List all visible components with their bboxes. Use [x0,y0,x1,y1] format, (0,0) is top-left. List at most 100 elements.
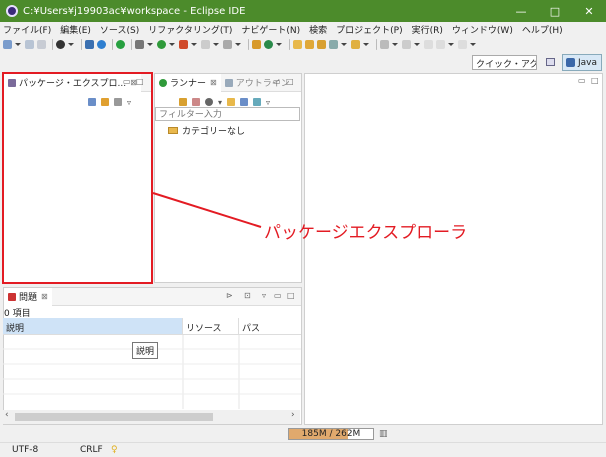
menu-source[interactable]: ソース(S) [100,23,139,36]
new-class-icon[interactable] [264,39,273,49]
external-tools-icon[interactable] [179,39,188,49]
collapse-all-icon[interactable] [240,98,249,106]
chevron-down-icon[interactable] [68,42,74,46]
stop-icon[interactable] [201,39,210,49]
pen-icon[interactable] [329,39,338,49]
menu-refactor[interactable]: リファクタリング(T) [148,23,232,36]
java-perspective-button[interactable]: Java [562,54,602,71]
bug-icon[interactable] [135,39,144,49]
menu-navigate[interactable]: ナビゲート(N) [241,23,300,36]
chevron-down-icon[interactable] [147,42,153,46]
menu-window[interactable]: ウィンドウ(W) [452,23,513,36]
new-package-icon[interactable] [252,39,261,49]
chevron-down-icon[interactable] [392,42,398,46]
filter-input[interactable] [155,107,300,121]
scroll-left-icon[interactable]: ‹ [5,410,9,420]
scrollbar-thumb[interactable] [15,413,213,421]
column-description[interactable]: 説明 [3,318,183,334]
close-icon[interactable]: ⊠ [41,292,48,301]
settings-icon[interactable] [97,39,106,49]
view-menu-icon[interactable]: ▿ [127,98,131,107]
quick-access-input[interactable]: クイック・アクセス [472,55,537,70]
minimize-view-icon[interactable]: ▭ [274,291,282,300]
view-menu-icon[interactable]: ▿ [262,291,266,300]
minimize-button[interactable]: — [504,0,538,22]
run-icon[interactable] [157,39,166,49]
maximize-view-icon[interactable]: □ [591,76,599,85]
status-bar: UTF-8 CRLF ♀ [0,442,606,457]
terminal-icon[interactable] [85,39,94,49]
column-path[interactable]: パス [239,318,301,334]
open-type-icon[interactable] [305,39,314,49]
menu-edit[interactable]: 編集(E) [60,23,91,36]
chevron-down-icon[interactable] [341,42,347,46]
category-tree-item[interactable]: カテゴリーなし [168,124,245,137]
line-ending-status: CRLF [80,445,103,455]
forward-icon[interactable] [458,39,467,49]
chevron-down-icon[interactable] [448,42,454,46]
menu-search[interactable]: 検索 [309,23,327,36]
chevron-down-icon[interactable] [191,42,197,46]
view-menu-icon[interactable]: ▿ [266,98,270,107]
maximize-view-icon[interactable]: □ [136,77,144,86]
chevron-down-icon[interactable] [15,42,21,46]
horizontal-scrollbar[interactable]: ‹ › [3,410,300,424]
debug-target-icon[interactable] [56,39,65,49]
package-explorer-view: パッケージ・エクスプロ... ⊠ ▭ □ ▿ [3,73,152,283]
chevron-down-icon[interactable] [414,42,420,46]
scroll-right-icon[interactable]: › [291,410,295,420]
link-editor-icon[interactable] [101,98,109,106]
heap-status[interactable]: 185M / 262M [288,428,374,440]
focus-icon[interactable]: ⊡ [244,291,251,300]
maximize-button[interactable]: □ [538,0,572,22]
collapse-all-icon[interactable] [88,98,96,106]
expand-all-icon[interactable] [253,98,262,106]
tab-runner[interactable]: ランナー ⊠ [155,73,221,92]
open-task-icon[interactable] [317,39,326,49]
menu-help[interactable]: ヘルプ(H) [522,23,563,36]
maximize-view-icon[interactable]: □ [286,77,294,86]
new-icon[interactable] [3,39,12,49]
edit-launch-icon[interactable] [192,98,200,106]
minimize-view-icon[interactable]: ▭ [273,77,281,86]
save-icon[interactable] [25,39,34,49]
menu-project[interactable]: プロジェクト(P) [336,23,402,36]
chevron-down-icon[interactable] [470,42,476,46]
garbage-collect-icon[interactable]: ▥ [379,429,388,439]
lightbulb-icon[interactable]: ♀ [111,445,118,455]
maximize-view-icon[interactable]: □ [287,291,295,300]
folder-icon[interactable] [227,98,236,106]
filter-icon[interactable]: ⊳ [226,291,233,300]
tab-problems[interactable]: 問題 ⊠ [4,287,52,306]
step-icon[interactable] [223,39,232,49]
tab-outline[interactable]: アウトライン [221,74,294,92]
chevron-down-icon[interactable] [213,42,219,46]
new-launch-icon[interactable] [179,98,187,106]
chevron-down-icon[interactable]: ▾ [218,98,222,107]
close-icon[interactable]: ⊠ [210,78,217,87]
launch-icon[interactable] [205,98,213,106]
menu-file[interactable]: ファイル(F) [3,23,51,36]
annotation-next-icon[interactable] [380,39,389,49]
folder-icon [168,127,178,134]
back-icon[interactable] [424,39,433,49]
annotation-prev-icon[interactable] [402,39,411,49]
open-folder-icon[interactable] [293,39,302,49]
search-folder-icon[interactable] [351,39,360,49]
toolbar-separator [81,38,82,50]
chevron-down-icon[interactable] [363,42,369,46]
tab-package-explorer[interactable]: パッケージ・エクスプロ... ⊠ [4,73,141,92]
minimize-view-icon[interactable]: ▭ [578,76,586,85]
menu-run[interactable]: 実行(R) [412,23,443,36]
chevron-down-icon[interactable] [169,42,175,46]
back-history-icon[interactable] [436,39,445,49]
focus-icon[interactable] [114,98,122,106]
minimize-view-icon[interactable]: ▭ [123,77,131,86]
save-all-icon[interactable] [37,39,46,49]
chevron-down-icon[interactable] [276,42,282,46]
close-button[interactable]: ✕ [572,0,606,22]
coverage-icon[interactable] [116,39,125,49]
column-resource[interactable]: リソース [183,318,239,334]
chevron-down-icon[interactable] [235,42,241,46]
open-perspective-button[interactable] [544,55,558,70]
